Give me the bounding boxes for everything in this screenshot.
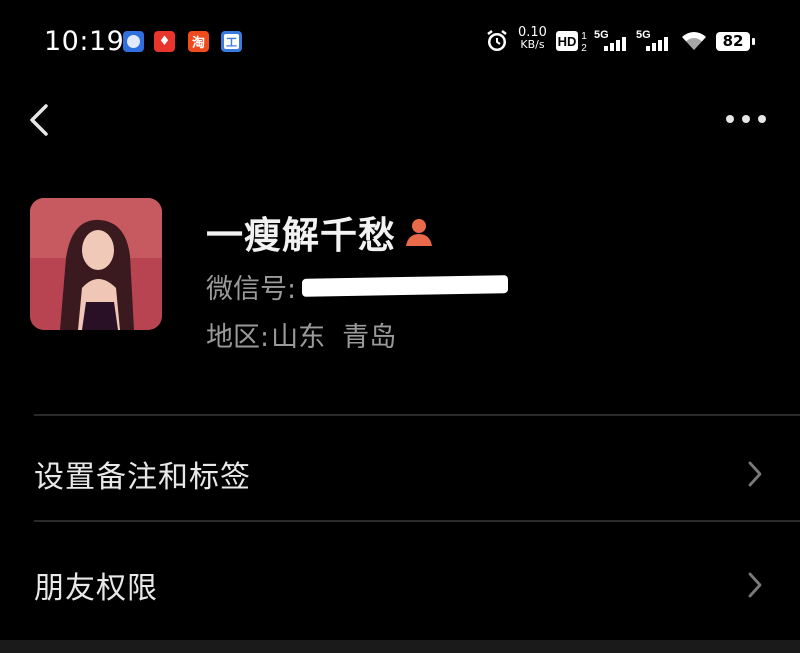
region-row: 地区: 山东 青岛 [206, 314, 396, 354]
nickname: 一瘦解千愁 [206, 214, 396, 257]
chevron-right-icon [748, 461, 762, 487]
divider [34, 520, 800, 522]
svg-text:HD: HD [558, 34, 577, 49]
wifi-icon [682, 32, 706, 50]
svg-text:5G: 5G [594, 29, 609, 41]
alarm-icon [487, 30, 507, 51]
svg-text:1: 1 [581, 31, 587, 42]
clock: 10:19 [44, 26, 125, 57]
region-label: 地区: [206, 321, 270, 353]
net-speed-unit: KB/s [520, 38, 545, 51]
net-speed: 0.10 KB/s [518, 26, 547, 51]
section-separator [0, 640, 800, 653]
set-remark-and-tags-item[interactable]: 设置备注和标签 [0, 424, 800, 524]
wechat-id-label: 微信号: [206, 273, 297, 305]
baidu-map-icon [123, 31, 144, 52]
wechat-id-row: 微信号: [206, 266, 509, 306]
chevron-right-icon [748, 572, 762, 598]
friend-permissions-item[interactable]: 朋友权限 [0, 535, 800, 635]
hd-voice-icon: HD 1 2 [556, 31, 587, 53]
list-item-label: 朋友权限 [34, 571, 158, 606]
avatar[interactable] [30, 198, 162, 330]
list-item-label: 设置备注和标签 [34, 460, 251, 495]
app-red-icon: ♦ [154, 31, 175, 52]
region-value: 山东 青岛 [271, 321, 397, 353]
divider [34, 414, 800, 416]
status-bar: 10:19 ♦ 淘 工 0.10 KB/s HD 1 2 5G 5G 82 [0, 0, 800, 84]
gongshang-icon: 工 [221, 31, 242, 52]
svg-text:5G: 5G [636, 29, 651, 41]
back-button[interactable] [22, 98, 62, 142]
more-options-button[interactable] [718, 104, 774, 134]
female-icon [406, 219, 432, 246]
nickname-row: 一瘦解千愁 [206, 206, 434, 258]
wechat-id-redacted [302, 275, 509, 297]
signal-5g-icon: 5G [636, 29, 668, 51]
svg-text:2: 2 [581, 43, 587, 53]
avatar-image [30, 198, 162, 330]
signal-5g-icon: 5G [594, 29, 626, 51]
taobao-icon: 淘 [188, 31, 209, 52]
battery-indicator: 82 [716, 32, 755, 51]
